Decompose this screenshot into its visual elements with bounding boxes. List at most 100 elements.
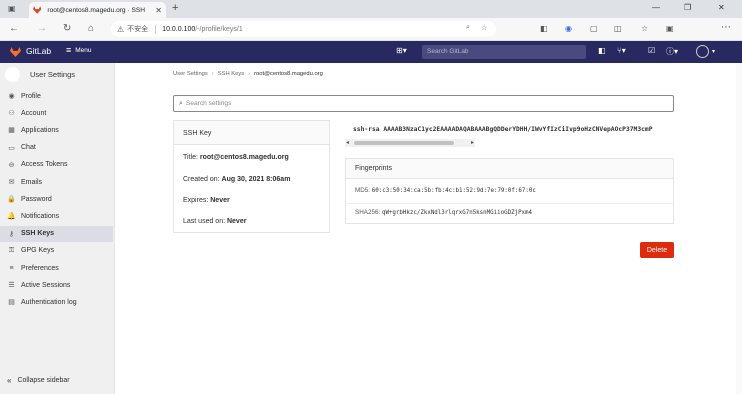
sidebar-item-emails[interactable]: ✉ Emails xyxy=(0,174,113,190)
sidebar-item-gpg-keys[interactable]: ⚿ GPG Keys xyxy=(0,243,113,259)
sidebar-item-preferences[interactable]: ≡ Preferences xyxy=(0,260,113,276)
breadcrumb-separator: › xyxy=(211,71,214,77)
search-icon: ⌕ xyxy=(179,99,183,107)
fingerprint-divider xyxy=(346,203,673,204)
breadcrumb-current[interactable]: root@centos8.magedu.org xyxy=(254,71,323,77)
back-icon[interactable]: ← xyxy=(9,23,19,34)
log-icon: ▤ xyxy=(8,299,15,307)
scrollbar-thumb[interactable] xyxy=(354,141,454,145)
more-icon[interactable]: ⋯ xyxy=(721,22,731,33)
maximize-button[interactable]: ❐ xyxy=(684,3,691,12)
user-avatar[interactable] xyxy=(696,45,709,58)
email-icon: ✉ xyxy=(8,179,15,186)
settings-search-input[interactable]: ⌕ Search settings xyxy=(173,95,674,112)
sidebar-item-label: Preferences xyxy=(21,264,59,272)
extension-icon[interactable]: ◧ xyxy=(540,24,548,33)
gitlab-favicon-icon xyxy=(33,6,42,14)
sidebar-header[interactable]: User Settings xyxy=(0,63,114,86)
sidebar-item-label: GPG Keys xyxy=(21,247,55,255)
sidebar-item-profile[interactable]: ◉ Profile xyxy=(0,88,113,104)
favorites-icon[interactable]: ☆ xyxy=(641,24,648,33)
reload-icon[interactable]: ↻ xyxy=(63,23,71,34)
sha256-label: SHA256: xyxy=(355,209,381,216)
new-tab-icon[interactable]: + xyxy=(172,2,178,14)
sidebar: User Settings ◉ Profile ⚇ Account ▦ Applicati… xyxy=(0,63,115,394)
key-title-label: Title: xyxy=(183,154,198,161)
minimize-button[interactable]: — xyxy=(652,3,660,12)
browser-tab[interactable]: root@centos8.magedu.org · SSH ✕ xyxy=(29,2,166,18)
search-page-icon[interactable]: ⌕ xyxy=(466,24,470,32)
home-icon[interactable]: ⌂ xyxy=(88,23,94,34)
collapse-sidebar-label: Collapse sidebar xyxy=(17,377,70,384)
split-view-icon[interactable]: ◫ xyxy=(614,24,622,33)
menu-label: Menu xyxy=(75,47,92,54)
new-item-icon[interactable]: ⊞▾ xyxy=(396,46,407,55)
sidebar-item-account[interactable]: ⚇ Account xyxy=(0,105,113,121)
merge-requests-icon[interactable]: ⑂▾ xyxy=(617,46,626,55)
favorite-star-icon[interactable]: ☆ xyxy=(481,24,487,32)
sidebar-item-label: Authentication log xyxy=(21,298,77,306)
scroll-left-icon[interactable]: ◂ xyxy=(346,139,349,146)
lock-icon: 🔒 xyxy=(7,196,16,204)
address-bar[interactable]: ⚠ 不安全 10.0.0.100/-/profile/keys/1 ⌕ ☆ xyxy=(111,21,496,37)
tab-actions-icon[interactable]: ▣ xyxy=(8,4,16,13)
menu-button[interactable]: ≡ Menu xyxy=(66,46,92,55)
gitlab-header: GitLab ≡ Menu ⊞▾ Search GitLab ◧ ⑂▾ ☑ ⓘ▾ … xyxy=(0,41,742,63)
ssh-key-text-box: ssh-rsa AAAAB3NzaC1yc2EAAAADAQABAAABgQDD… xyxy=(345,120,674,153)
ssh-key-text[interactable]: ssh-rsa AAAAB3NzaC1yc2EAAAADAQABAAABgQDD… xyxy=(353,126,674,133)
key-expires-row: Expires: Never xyxy=(183,197,230,204)
key-created-label: Created on: xyxy=(183,176,220,183)
extension-globe-icon[interactable]: ◉ xyxy=(565,24,572,33)
collections-icon[interactable]: ▣ xyxy=(666,24,674,33)
gitlab-logo-icon[interactable] xyxy=(10,47,21,57)
token-icon: ⊖ xyxy=(8,161,15,169)
gitlab-search-input[interactable]: Search GitLab xyxy=(422,45,586,59)
sidebar-item-authentication-log[interactable]: ▤ Authentication log xyxy=(0,294,113,310)
sidebar-item-notifications[interactable]: 🔔 Notifications xyxy=(0,208,113,224)
todos-icon[interactable]: ☑ xyxy=(648,46,655,55)
delete-button[interactable]: Delete xyxy=(640,242,674,258)
key-horizontal-scrollbar[interactable]: ◂ ▸ xyxy=(345,139,475,147)
close-window-button[interactable]: ✕ xyxy=(718,3,725,12)
sidebar-avatar xyxy=(5,67,20,82)
key-last-used-label: Last used on: xyxy=(183,218,226,225)
breadcrumb-separator: › xyxy=(248,71,251,77)
key-title-value: root@centos8.magedu.org xyxy=(199,154,289,161)
breadcrumb: User Settings › SSH Keys › root@centos8.mage… xyxy=(173,71,323,77)
warning-icon: ⚠ xyxy=(117,24,125,34)
md5-value[interactable]: 60:c3:50:34:ca:5b:fb:4c:b1:52:9d:7e:79:0… xyxy=(372,188,536,194)
extension-window-icon[interactable]: ▢ xyxy=(590,24,598,33)
fingerprints-card: Fingerprints MD5: 60:c3:50:34:ca:5b:fb:4… xyxy=(345,158,674,224)
sidebar-item-access-tokens[interactable]: ⊖ Access Tokens xyxy=(0,157,113,173)
double-chevron-left-icon: « xyxy=(7,376,12,385)
sidebar-item-applications[interactable]: ▦ Applications xyxy=(0,122,113,138)
tab-close-icon[interactable]: ✕ xyxy=(155,6,162,15)
sidebar-item-chat[interactable]: ▭ Chat xyxy=(0,140,113,156)
sidebar-item-label: SSH Keys xyxy=(21,230,55,238)
user-menu-chevron-icon[interactable]: ▾ xyxy=(712,48,715,55)
sidebar-item-label: Active Sessions xyxy=(21,281,71,289)
gitlab-brand[interactable]: GitLab xyxy=(26,46,51,56)
scroll-right-icon[interactable]: ▸ xyxy=(471,139,474,146)
key-created-value: Aug 30, 2021 8:06am xyxy=(221,176,291,183)
forward-icon[interactable]: → xyxy=(37,23,47,34)
sha256-value[interactable]: qW+grbHkzc/ZkxNdl3rlqrxG7n5ksnMGiioGDZjP… xyxy=(382,210,532,216)
applications-icon: ▦ xyxy=(8,127,15,135)
key-last-used-row: Last used on: Never xyxy=(183,218,246,225)
sidebar-item-label: Notifications xyxy=(21,212,60,220)
chat-icon: ▭ xyxy=(8,144,15,152)
issues-icon[interactable]: ◧ xyxy=(598,46,606,55)
md5-row: MD5: 60:c3:50:34:ca:5b:fb:4c:b1:52:9d:7e… xyxy=(355,187,536,194)
fingerprints-header: Fingerprints xyxy=(346,159,673,179)
collapse-sidebar-button[interactable]: « Collapse sidebar xyxy=(7,376,70,385)
page-scrollbar[interactable] xyxy=(736,63,742,394)
breadcrumb-user-settings[interactable]: User Settings xyxy=(173,71,208,77)
url-path: /-/profile/keys/1 xyxy=(195,25,243,33)
sidebar-item-password[interactable]: 🔒 Password xyxy=(0,191,113,207)
help-icon[interactable]: ⓘ▾ xyxy=(666,46,678,57)
sidebar-item-active-sessions[interactable]: ☰ Active Sessions xyxy=(0,277,113,293)
key-expires-label: Expires: xyxy=(183,197,209,204)
breadcrumb-ssh-keys[interactable]: SSH Keys xyxy=(218,71,244,77)
sidebar-item-ssh-keys[interactable]: ⚷ SSH Keys xyxy=(0,225,113,242)
sidebar-title: User Settings xyxy=(30,70,76,79)
